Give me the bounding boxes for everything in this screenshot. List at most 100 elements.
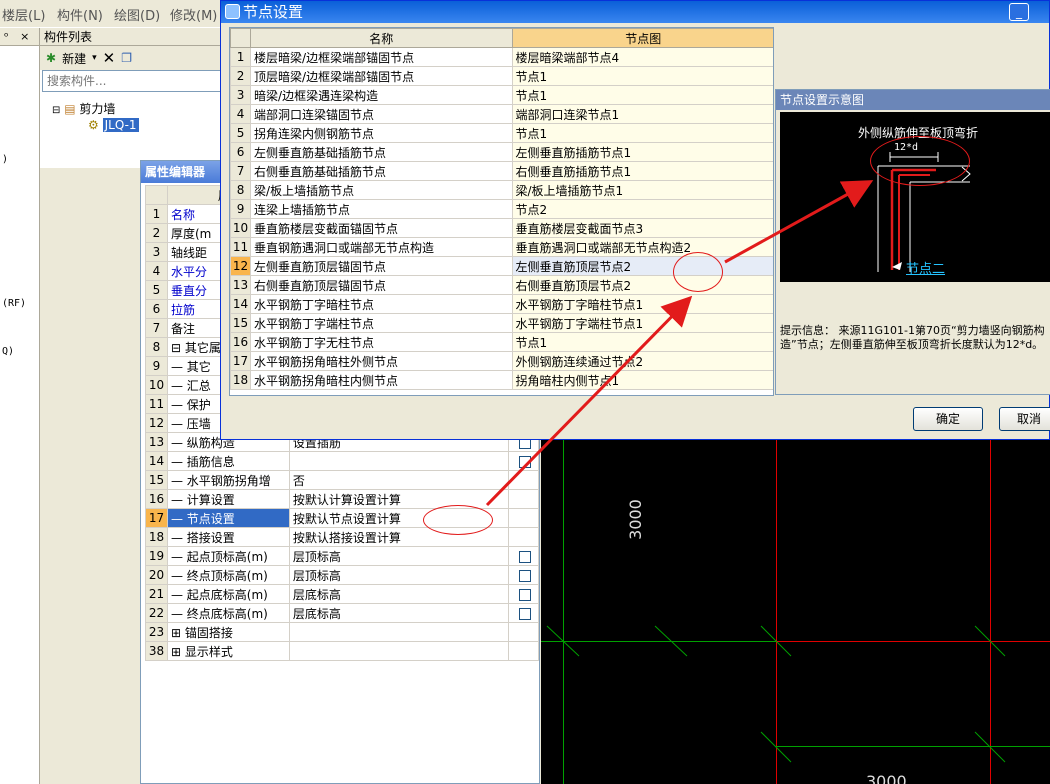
property-row[interactable]: 15— 水平钢筋拐角增否 bbox=[145, 470, 539, 490]
node-value[interactable]: 节点1 bbox=[511, 66, 773, 86]
node-table-wrap: 名称 节点图 1 楼层暗梁/边框梁端部锚固节点 楼层暗梁端部节点4 2 顶层暗梁/边框梁… bbox=[229, 27, 774, 396]
node-value[interactable]: 右侧垂直筋插筋节点1 bbox=[511, 161, 773, 181]
node-row[interactable]: 7 右侧垂直筋基础插筋节点 右侧垂直筋插筋节点1 bbox=[230, 161, 773, 181]
menu-floor[interactable]: 楼层(L) bbox=[2, 5, 45, 24]
node-row[interactable]: 6 左侧垂直筋基础插筋节点 左侧垂直筋插筋节点1 bbox=[230, 142, 773, 162]
menu-modify[interactable]: 修改(M) bbox=[170, 5, 217, 24]
node-row[interactable]: 14 水平钢筋丁字暗柱节点 水平钢筋丁字暗柱节点1 bbox=[230, 294, 773, 314]
cad-canvas[interactable]: 3000 3000 bbox=[541, 440, 1050, 784]
property-value[interactable]: 层顶标高 bbox=[288, 565, 510, 585]
dialog-title: 节点设置 bbox=[243, 3, 304, 21]
property-value[interactable]: 层底标高 bbox=[288, 603, 510, 623]
checkbox[interactable] bbox=[519, 455, 532, 468]
property-row[interactable]: 38 ⊞ 显示样式 bbox=[145, 641, 539, 661]
node-value[interactable]: 节点1 bbox=[511, 85, 773, 105]
property-row[interactable]: 22— 终点底标高(m) 层底标高 bbox=[145, 603, 539, 623]
property-row[interactable]: 21— 起点底标高(m) 层底标高 bbox=[145, 584, 539, 604]
cad-ticks bbox=[546, 625, 1006, 763]
delete-icon[interactable]: ✕ bbox=[103, 49, 116, 67]
new-icon[interactable]: ✱ bbox=[46, 51, 56, 65]
copy-icon[interactable]: ❐ bbox=[121, 51, 132, 65]
node-name: 楼层暗梁/边框梁端部锚固节点 bbox=[250, 47, 513, 67]
node-value[interactable]: 水平钢筋丁字暗柱节点1 bbox=[511, 294, 773, 314]
collapse-icon[interactable]: ⊟ bbox=[52, 105, 60, 116]
checkbox[interactable] bbox=[519, 569, 532, 582]
node-row[interactable]: 16 水平钢筋丁字无柱节点 节点1 bbox=[230, 332, 773, 352]
node-row[interactable]: 10 垂直筋楼层变截面锚固节点 垂直筋楼层变截面节点3 bbox=[230, 218, 773, 238]
row-number: 10 bbox=[145, 375, 168, 395]
node-value[interactable]: 右侧垂直筋顶层节点2 bbox=[511, 275, 773, 295]
row-number: 16 bbox=[230, 332, 252, 352]
node-value[interactable]: 楼层暗梁端部节点4 bbox=[511, 47, 773, 67]
node-row[interactable]: 2 顶层暗梁/边框梁端部锚固节点 节点1 bbox=[230, 66, 773, 86]
minimize-icon[interactable]: _ bbox=[1009, 3, 1029, 21]
node-row[interactable]: 3 暗梁/边框梁遇连梁构造 节点1 bbox=[230, 85, 773, 105]
property-value[interactable] bbox=[288, 622, 510, 642]
property-row[interactable]: 19— 起点顶标高(m) 层顶标高 bbox=[145, 546, 539, 566]
property-value[interactable]: 按默认计算设置计算 bbox=[288, 489, 510, 509]
cancel-button[interactable]: 取消 bbox=[999, 407, 1050, 431]
pin-icon[interactable]: ᵒ bbox=[4, 30, 9, 43]
node-row[interactable]: 9 连梁上墙插筋节点 节点2 bbox=[230, 199, 773, 219]
tree-root-label: 剪力墙 bbox=[79, 102, 116, 116]
node-row[interactable]: 8 梁/板上墙插筋节点 梁/板上墙插筋节点1 bbox=[230, 180, 773, 200]
corner-cell bbox=[230, 28, 252, 48]
property-row[interactable]: 23 ⊞ 锚固搭接 bbox=[145, 622, 539, 642]
hint-box: 提示信息： 来源11G101-1第70页“剪力墙竖向钢筋构造”节点；左侧垂直筋伸… bbox=[780, 324, 1050, 352]
tree-root[interactable]: ⊟ ▤ 剪力墙 bbox=[52, 100, 115, 117]
checkbox[interactable] bbox=[519, 588, 532, 601]
row-number: 17 bbox=[230, 351, 252, 371]
search-input[interactable]: 搜索构件... bbox=[42, 70, 223, 92]
node-value[interactable]: 水平钢筋丁字端柱节点1 bbox=[511, 313, 773, 333]
property-value[interactable]: 层顶标高 bbox=[288, 546, 510, 566]
node-row[interactable]: 5 拐角连梁内侧钢筋节点 节点1 bbox=[230, 123, 773, 143]
node-value[interactable]: 左侧垂直筋顶层节点2 bbox=[511, 256, 773, 276]
row-number: 7 bbox=[230, 161, 252, 181]
wall-icon: ▤ bbox=[64, 102, 76, 116]
checkbox[interactable] bbox=[519, 550, 532, 563]
row-number: 8 bbox=[145, 337, 168, 357]
property-value[interactable]: 否 bbox=[288, 470, 510, 490]
tree-item[interactable]: ⚙ JLQ-1 bbox=[88, 118, 139, 132]
row-number: 15 bbox=[145, 470, 168, 490]
node-value[interactable]: 左侧垂直筋插筋节点1 bbox=[511, 142, 773, 162]
property-name: ⊞ 锚固搭接 bbox=[166, 622, 290, 642]
ok-button[interactable]: 确定 bbox=[913, 407, 983, 431]
diagram-canvas: 外侧纵筋伸至板顶弯折 12*d 节点二 bbox=[780, 112, 1050, 282]
dropdown-arrow-icon[interactable]: ▾ bbox=[92, 53, 97, 63]
node-value[interactable]: 梁/板上墙插筋节点1 bbox=[511, 180, 773, 200]
property-row[interactable]: 20— 终点顶标高(m) 层顶标高 bbox=[145, 565, 539, 585]
property-name: — 终点底标高(m) bbox=[166, 603, 290, 623]
property-value[interactable]: 层底标高 bbox=[288, 584, 510, 604]
node-value[interactable]: 节点1 bbox=[511, 123, 773, 143]
property-name: — 终点顶标高(m) bbox=[166, 565, 290, 585]
row-number: 6 bbox=[230, 142, 252, 162]
node-value[interactable]: 节点1 bbox=[511, 332, 773, 352]
node-row[interactable]: 15 水平钢筋丁字端柱节点 水平钢筋丁字端柱节点1 bbox=[230, 313, 773, 333]
node-value[interactable]: 垂直筋楼层变截面节点3 bbox=[511, 218, 773, 238]
node-value[interactable]: 拐角暗柱内侧节点1 bbox=[511, 370, 773, 390]
diagram-node-label[interactable]: 节点二 bbox=[906, 258, 945, 277]
property-value[interactable] bbox=[288, 451, 510, 471]
property-row[interactable]: 14— 插筋信息 bbox=[145, 451, 539, 471]
checkbox[interactable] bbox=[519, 607, 532, 620]
row-number: 1 bbox=[230, 47, 252, 67]
node-value[interactable]: 节点2 bbox=[511, 199, 773, 219]
node-name: 拐角连梁内侧钢筋节点 bbox=[250, 123, 513, 143]
property-value[interactable] bbox=[288, 641, 510, 661]
property-name: — 搭接设置 bbox=[166, 527, 290, 547]
node-row[interactable]: 18 水平钢筋拐角暗柱内侧节点 拐角暗柱内侧节点1 bbox=[230, 370, 773, 390]
node-row[interactable]: 1 楼层暗梁/边框梁端部锚固节点 楼层暗梁端部节点4 bbox=[230, 47, 773, 67]
node-value[interactable]: 垂直筋遇洞口或端部无节点构造2 bbox=[511, 237, 773, 257]
close-icon[interactable]: × bbox=[20, 30, 29, 43]
property-row[interactable]: 16— 计算设置 按默认计算设置计算 bbox=[145, 489, 539, 509]
node-row[interactable]: 17 水平钢筋拐角暗柱外侧节点 外侧钢筋连续通过节点2 bbox=[230, 351, 773, 371]
node-row[interactable]: 4 端部洞口连梁锚固节点 端部洞口连梁节点1 bbox=[230, 104, 773, 124]
new-button[interactable]: 新建 bbox=[62, 50, 86, 67]
row-number: 3 bbox=[145, 242, 168, 262]
menu-draw[interactable]: 绘图(D) bbox=[114, 5, 160, 24]
property-name: — 水平钢筋拐角增 bbox=[166, 470, 290, 490]
menu-component[interactable]: 构件(N) bbox=[57, 5, 103, 24]
node-value[interactable]: 端部洞口连梁节点1 bbox=[511, 104, 773, 124]
node-value[interactable]: 外侧钢筋连续通过节点2 bbox=[511, 351, 773, 371]
